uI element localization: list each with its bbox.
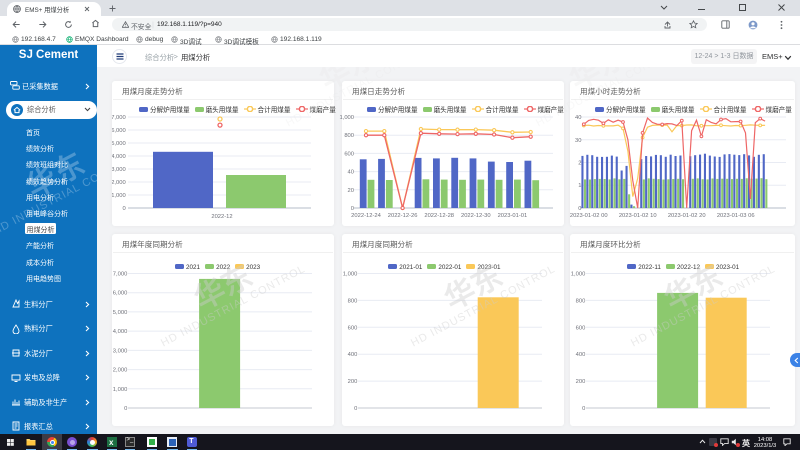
svg-text:30: 30 <box>575 138 581 144</box>
svg-text:3,000: 3,000 <box>112 167 126 173</box>
svg-text:6,000: 6,000 <box>112 128 126 134</box>
svg-text:2,000: 2,000 <box>113 367 128 373</box>
svg-text:6,000: 6,000 <box>113 290 128 296</box>
svg-text:20: 20 <box>348 188 354 194</box>
svg-text:7,000: 7,000 <box>112 115 126 121</box>
svg-text:400: 400 <box>348 352 358 358</box>
svg-text:2023-01-03 06: 2023-01-03 06 <box>717 213 755 219</box>
svg-text:3,000: 3,000 <box>113 348 128 354</box>
svg-text:5,000: 5,000 <box>112 141 126 147</box>
svg-text:2023-01-02 00: 2023-01-02 00 <box>570 213 608 219</box>
svg-text:800: 800 <box>344 133 354 139</box>
svg-text:600: 600 <box>344 151 354 157</box>
svg-text:0: 0 <box>124 406 127 412</box>
svg-text:800: 800 <box>576 298 586 304</box>
svg-text:40: 40 <box>575 115 581 121</box>
svg-text:2022-12: 2022-12 <box>211 214 232 220</box>
svg-text:0: 0 <box>354 406 357 412</box>
svg-text:2022-12-24: 2022-12-24 <box>351 213 381 219</box>
svg-text:200: 200 <box>576 379 586 385</box>
svg-text:2023-01-01: 2023-01-01 <box>498 213 528 219</box>
svg-text:2023-01-02 10: 2023-01-02 10 <box>619 213 657 219</box>
svg-text:1,000: 1,000 <box>343 271 358 277</box>
svg-text:2022-12-26: 2022-12-26 <box>388 213 418 219</box>
svg-text:0: 0 <box>582 406 585 412</box>
svg-text:1,000: 1,000 <box>113 386 128 392</box>
svg-text:200: 200 <box>348 379 358 385</box>
svg-text:1,000: 1,000 <box>112 193 126 199</box>
svg-text:1,000: 1,000 <box>339 115 354 121</box>
svg-text:4,000: 4,000 <box>113 329 128 335</box>
svg-text:400: 400 <box>576 352 586 358</box>
svg-text:2022-12-28: 2022-12-28 <box>424 213 454 219</box>
svg-text:7,000: 7,000 <box>113 271 128 277</box>
svg-text:800: 800 <box>348 298 358 304</box>
svg-text:0: 0 <box>578 206 581 212</box>
svg-text:40: 40 <box>348 170 354 176</box>
svg-text:0: 0 <box>351 206 354 212</box>
svg-text:2023-01-02 20: 2023-01-02 20 <box>668 213 706 219</box>
svg-text:600: 600 <box>348 325 358 331</box>
svg-text:1,000: 1,000 <box>571 271 586 277</box>
svg-text:4,000: 4,000 <box>112 154 126 160</box>
svg-text:600: 600 <box>576 325 586 331</box>
svg-text:2022-12-30: 2022-12-30 <box>461 213 491 219</box>
svg-text:2,000: 2,000 <box>112 180 126 186</box>
svg-text:1: 1 <box>578 183 581 189</box>
svg-text:5,000: 5,000 <box>113 309 128 315</box>
svg-text:0: 0 <box>122 206 125 212</box>
svg-text:2: 2 <box>578 161 581 167</box>
